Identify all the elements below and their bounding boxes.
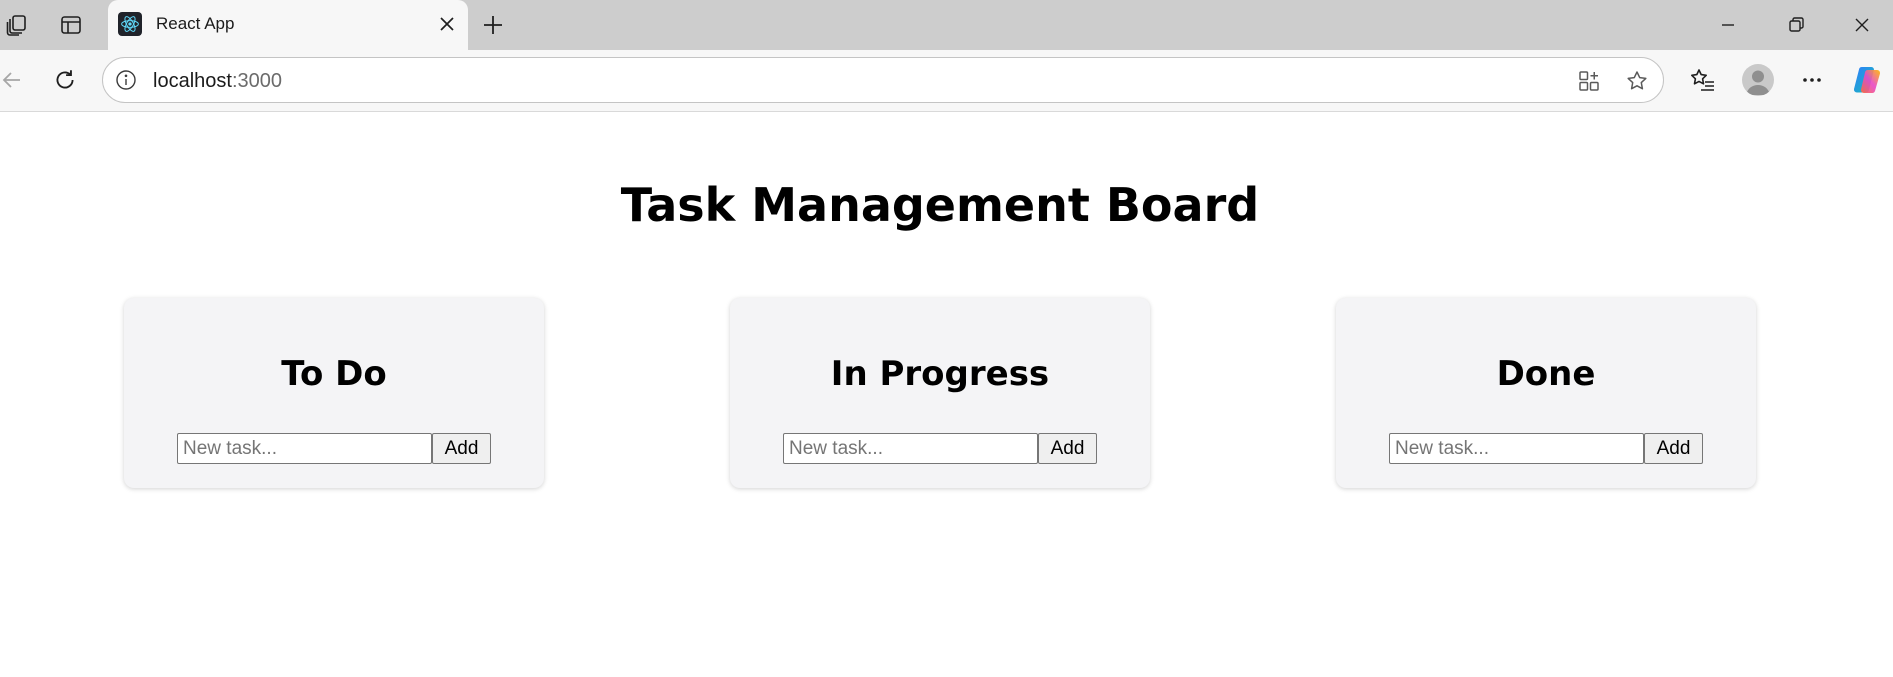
refresh-icon[interactable] (47, 62, 83, 98)
add-task-button[interactable]: Add (432, 433, 491, 464)
column-done: Done Add (1336, 298, 1756, 488)
app-available-icon[interactable] (1575, 67, 1603, 95)
add-task-button[interactable]: Add (1038, 433, 1097, 464)
info-icon[interactable] (113, 67, 139, 93)
column-in-progress: In Progress Add (730, 298, 1150, 488)
new-task-input[interactable] (1389, 433, 1644, 464)
more-icon[interactable] (1794, 62, 1830, 98)
url-port: :3000 (231, 70, 282, 92)
browser-tab-strip: React App (0, 0, 1893, 50)
task-form: Add (783, 433, 1097, 464)
plus-icon[interactable] (476, 9, 510, 41)
add-task-button[interactable]: Add (1644, 433, 1703, 464)
tab-title: React App (156, 14, 235, 33)
minimize-icon[interactable] (1694, 0, 1762, 50)
restore-icon[interactable] (1762, 0, 1830, 50)
avatar (1742, 64, 1774, 96)
url-text[interactable]: localhost:3000 (153, 70, 282, 93)
address-bar[interactable]: localhost:3000 (102, 57, 1664, 103)
back-arrow-icon[interactable] (0, 62, 30, 98)
column-title: Done (1496, 354, 1596, 394)
profile-icon[interactable] (1740, 62, 1776, 98)
react-icon (118, 12, 142, 36)
star-icon[interactable] (1623, 67, 1651, 95)
browser-toolbar: localhost:3000 (0, 50, 1893, 112)
tab-actions-icon[interactable] (54, 9, 88, 41)
copilot-icon[interactable] (1849, 62, 1885, 98)
window-close-icon[interactable] (1830, 0, 1893, 50)
url-host: localhost (153, 70, 232, 92)
browser-tab-active[interactable]: React App (108, 0, 468, 50)
workspaces-icon[interactable] (0, 9, 34, 41)
column-title: In Progress (830, 354, 1050, 394)
task-form: Add (1389, 433, 1703, 464)
column-title: To Do (281, 354, 387, 394)
favorites-icon[interactable] (1685, 62, 1721, 98)
new-task-input[interactable] (177, 433, 432, 464)
close-icon[interactable] (434, 11, 460, 37)
new-task-input[interactable] (783, 433, 1038, 464)
column-todo: To Do Add (124, 298, 544, 488)
page-title: Task Management Board (620, 178, 1260, 232)
task-form: Add (177, 433, 491, 464)
